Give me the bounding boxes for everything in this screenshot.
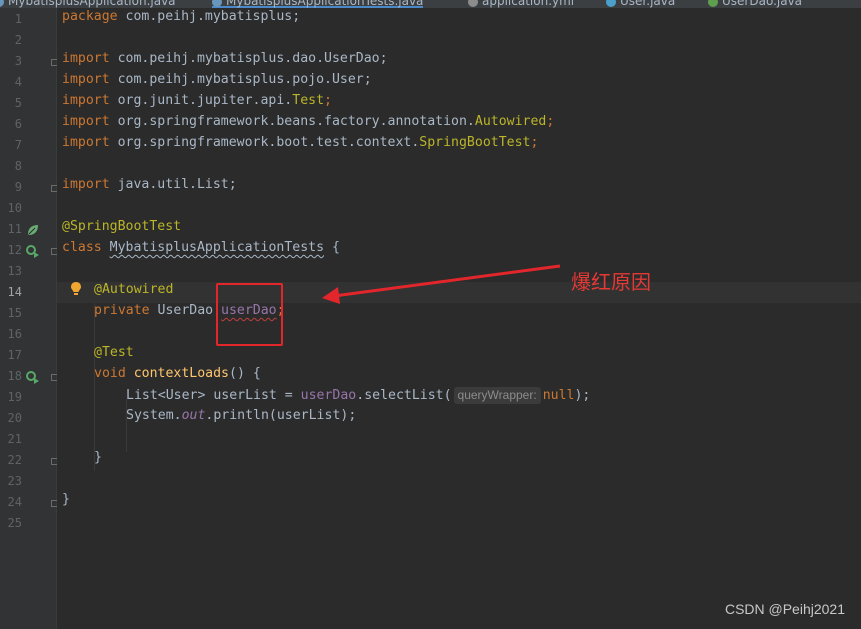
code-line-9: import java.util.List;	[62, 177, 237, 192]
code-line-18: void contextLoads() {	[94, 366, 261, 381]
watermark: CSDN @Peihj2021	[724, 601, 845, 617]
line-number: 21	[7, 432, 22, 446]
tab-user-java[interactable]: User.java	[606, 0, 675, 8]
code-line-19: List<User> userList = userDao.selectList…	[126, 387, 591, 404]
line-number: 17	[7, 348, 22, 362]
error-highlight-box	[216, 283, 283, 346]
line-number: 25	[7, 516, 22, 530]
code-line-7: import org.springframework.boot.test.con…	[62, 135, 539, 150]
java-file-icon	[0, 0, 4, 7]
run-tests-icon[interactable]	[26, 244, 40, 258]
code-line-20: System.out.println(userList);	[126, 408, 357, 423]
code-line-22: }	[94, 450, 102, 465]
line-number: 16	[7, 327, 22, 341]
tab-mybatisplus-application-tests[interactable]: MybatisplusApplicationTests.java	[212, 0, 424, 8]
line-number: 22	[7, 453, 22, 467]
line-number: 5	[14, 96, 22, 110]
code-line-24: }	[62, 492, 70, 507]
code-line-14: @Autowired	[94, 282, 174, 297]
parameter-hint: queryWrapper:	[453, 387, 541, 404]
tab-userdao-java[interactable]: UserDao.java	[708, 0, 802, 8]
editor-tab-bar: MybatisplusApplication.java MybatisplusA…	[0, 0, 861, 8]
line-number: 18	[7, 369, 22, 383]
line-number: 14	[7, 285, 22, 299]
line-number: 19	[7, 390, 22, 404]
spring-bean-icon[interactable]	[26, 223, 40, 237]
line-number: 4	[14, 75, 22, 89]
code-line-5: import org.junit.jupiter.api.Test;	[62, 93, 332, 108]
code-line-12: class MybatisplusApplicationTests {	[62, 240, 340, 255]
line-number: 9	[14, 180, 22, 194]
code-line-17: @Test	[94, 345, 134, 360]
code-editor[interactable]: package com.peihj.mybatisplus; import co…	[57, 8, 861, 629]
line-number: 24	[7, 495, 22, 509]
annotation-arrow-icon	[322, 264, 561, 304]
tab-application-yml[interactable]: application.yml	[468, 0, 574, 8]
code-line-6: import org.springframework.beans.factory…	[62, 114, 555, 129]
code-line-11: @SpringBootTest	[62, 219, 182, 234]
line-number: 1	[14, 12, 22, 26]
code-line-3: import com.peihj.mybatisplus.dao.UserDao…	[62, 51, 388, 66]
line-number: 3	[14, 54, 22, 68]
interface-file-icon	[708, 0, 718, 7]
class-file-icon	[606, 0, 616, 7]
code-line-4: import com.peihj.mybatisplus.pojo.User;	[62, 72, 372, 87]
line-number: 2	[14, 33, 22, 47]
line-number: 8	[14, 159, 22, 173]
yml-file-icon	[468, 0, 478, 7]
line-number: 7	[14, 138, 22, 152]
editor-gutter[interactable]: 1 2 3 4 5 6 7 8 9 10 11 12 13 14 15 16 1…	[0, 8, 58, 629]
line-number: 13	[7, 264, 22, 278]
run-test-icon[interactable]	[26, 370, 40, 384]
line-number: 23	[7, 474, 22, 488]
code-line-1: package com.peihj.mybatisplus;	[62, 9, 301, 24]
indent-guide	[94, 303, 95, 471]
annotation-label: 爆红原因	[571, 270, 651, 294]
tab-mybatisplus-application[interactable]: MybatisplusApplication.java	[0, 0, 176, 8]
java-file-icon	[212, 0, 222, 7]
line-number: 10	[7, 201, 22, 215]
line-number: 12	[7, 243, 22, 257]
intention-bulb-icon[interactable]	[71, 282, 81, 296]
line-number: 20	[7, 411, 22, 425]
line-number: 15	[7, 306, 22, 320]
line-number: 6	[14, 117, 22, 131]
line-number: 11	[7, 222, 22, 236]
